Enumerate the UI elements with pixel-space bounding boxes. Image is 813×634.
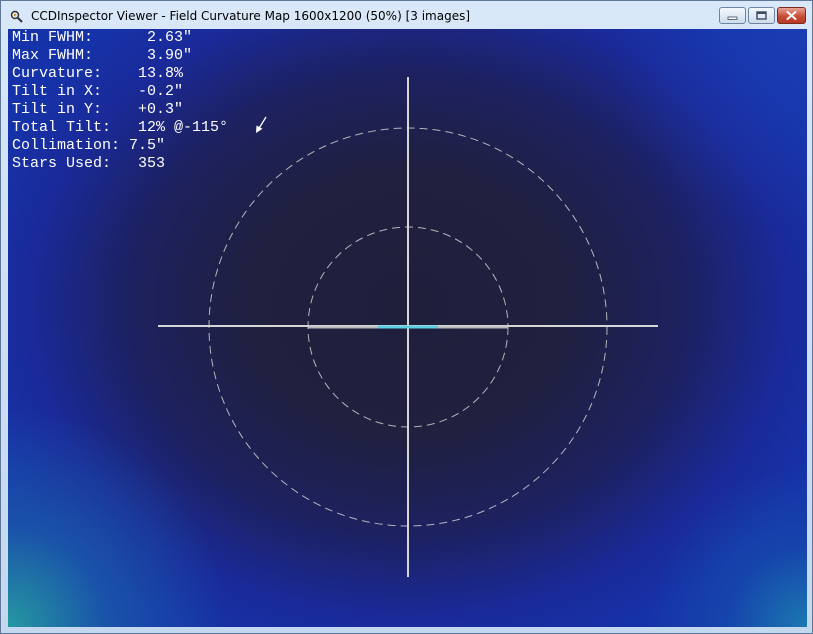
app-window: CCDInspector Viewer - Field Curvature Ma… [0,0,813,634]
caption-buttons [719,7,806,24]
minimize-button[interactable] [719,7,746,24]
app-icon [9,8,25,24]
stat-collimation: Collimation: 7.5" [12,137,166,154]
stat-stars-used: Stars Used: 353 [12,155,166,172]
title-bar[interactable]: CCDInspector Viewer - Field Curvature Ma… [1,1,812,31]
maximize-icon [756,11,767,20]
close-icon [786,11,797,20]
stat-min-fwhm: Min FWHM: 2.63" [12,29,193,46]
stat-tilt-x: Tilt in X: -0.2" [12,83,184,100]
stat-tilt-y: Tilt in Y: +0.3" [12,101,184,118]
minimize-icon [727,16,738,20]
window-title: CCDInspector Viewer - Field Curvature Ma… [31,9,471,23]
stat-total-tilt: Total Tilt: 12% @-115° [12,119,229,136]
tilt-arrow-icon [256,116,267,133]
curvature-map-view[interactable]: Min FWHM: 2.63" Max FWHM: 3.90" Curvatur… [8,29,807,627]
stats-panel: Min FWHM: 2.63" Max FWHM: 3.90" Curvatur… [12,29,228,173]
maximize-button[interactable] [748,7,775,24]
close-button[interactable] [777,7,806,24]
stat-max-fwhm: Max FWHM: 3.90" [12,47,193,64]
stat-curvature: Curvature: 13.8% [12,65,184,82]
